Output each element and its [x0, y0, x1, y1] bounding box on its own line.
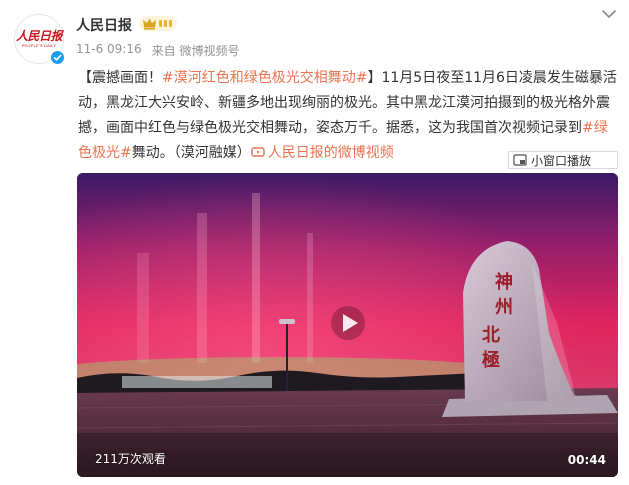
video-player[interactable]: 神 州 北 極 211万次观看 00:44 — [77, 173, 618, 477]
post-source: 来自 微博视频号 — [151, 44, 240, 58]
video-link-icon — [251, 147, 265, 157]
view-count: 211万次观看 — [95, 452, 166, 466]
monument-char-3: 北 — [482, 325, 500, 346]
bracket-close: 】 — [367, 70, 382, 86]
post-meta: 11-6 09:16 来自 微博视频号 — [76, 42, 239, 59]
monument-char-1: 神 — [495, 271, 513, 293]
video-duration: 00:44 — [567, 453, 606, 467]
mini-window-button[interactable]: 小窗口播放 — [508, 151, 618, 169]
mini-window-icon — [513, 154, 527, 166]
video-link[interactable]: 人民日报的微博视频 — [251, 145, 394, 161]
lead-text: 震撼画面！ — [92, 70, 162, 86]
monument-char-2: 州 — [494, 297, 513, 318]
avatar[interactable]: 人民日报 PEOPLE'S DAILY — [14, 14, 65, 65]
body-text-2: 舞动。（漠河融媒） — [131, 145, 251, 161]
play-icon[interactable] — [330, 305, 366, 341]
bracket-open: 【 — [78, 70, 92, 86]
verified-badge-icon — [50, 50, 65, 65]
mini-window-label: 小窗口播放 — [531, 153, 592, 168]
topic-link-aurora[interactable]: #漠河红色和绿色极光交相舞动# — [162, 70, 367, 86]
chevron-down-icon[interactable] — [601, 8, 617, 20]
post-time[interactable]: 11-6 09:16 — [76, 42, 142, 59]
vip-crown-icon — [139, 16, 177, 31]
author-name[interactable]: 人民日报 — [76, 15, 132, 35]
avatar-logo-subtext: PEOPLE'S DAILY — [21, 42, 57, 48]
avatar-logo-text: 人民日报 — [15, 28, 63, 43]
monument-char-4: 極 — [482, 349, 500, 371]
video-link-label: 人民日报的微博视频 — [267, 145, 394, 161]
